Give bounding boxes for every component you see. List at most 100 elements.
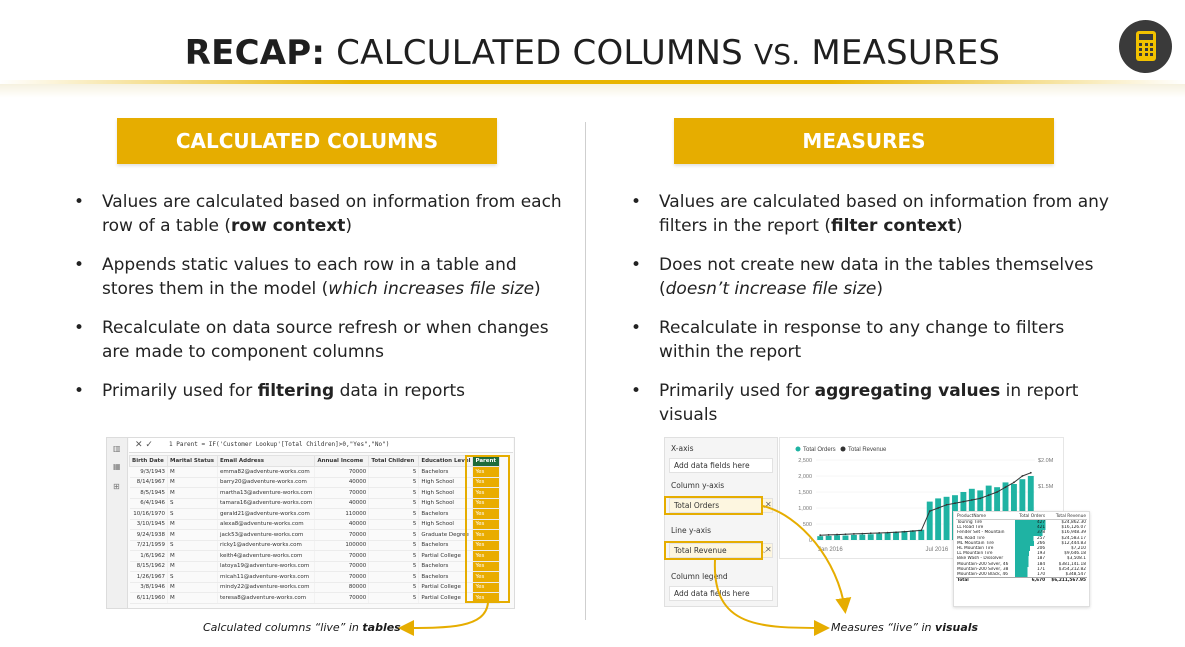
table-cell: M bbox=[167, 487, 218, 499]
report-view-icon[interactable]: ▥ bbox=[113, 444, 121, 453]
y-tick-label: 2,500 bbox=[798, 458, 812, 464]
revenue-point bbox=[827, 533, 830, 536]
table-row: 8/14/1967 Mbarry20@adventure-works.com 400… bbox=[129, 477, 501, 488]
column-header[interactable]: Total Children bbox=[368, 455, 420, 467]
revenue-point bbox=[979, 497, 982, 500]
table-cell: M bbox=[167, 519, 218, 530]
legend-label: Total Revenue bbox=[848, 447, 887, 453]
y-tick-label: 1,500 bbox=[798, 490, 812, 496]
legend-well[interactable]: Add data fields here bbox=[669, 586, 773, 601]
orders-bar bbox=[867, 534, 874, 540]
table-row: 1/26/1967 Smicah11@adventure-works.com 700… bbox=[129, 571, 501, 583]
revenue-point bbox=[819, 534, 822, 537]
table-cell: 5 bbox=[368, 508, 420, 520]
table-cell: 8/5/1945 bbox=[129, 487, 168, 499]
table-cell: 40000 bbox=[314, 477, 370, 488]
legend-label: Column legend bbox=[671, 572, 728, 581]
y2-tick-label: $2.0M bbox=[1038, 458, 1054, 464]
cancel-check-icons[interactable]: ✕ ✓ bbox=[135, 440, 153, 450]
remove-field-icon[interactable]: ✕ bbox=[765, 500, 772, 509]
table-cell: martha13@adventure-works.com bbox=[217, 487, 316, 499]
matrix-header[interactable]: Total Orders bbox=[1015, 514, 1047, 520]
table-cell: ricky1@adventure-works.com bbox=[217, 540, 316, 551]
table-cell: 5 bbox=[368, 466, 420, 478]
calculated-columns-bullets: • Values are calculated based on informat… bbox=[72, 190, 562, 403]
table-cell: M bbox=[167, 466, 218, 478]
table-cell: 8/14/1967 bbox=[129, 477, 168, 488]
table-cell: 3/10/1945 bbox=[129, 519, 168, 530]
table-row: 9/24/1938 Mjack53@adventure-works.com 7000… bbox=[129, 529, 501, 541]
matrix-total-cell: $6,211,567.95 bbox=[1046, 577, 1087, 584]
table-cell: 6/11/1960 bbox=[129, 592, 168, 604]
header-fade bbox=[0, 84, 1185, 98]
data-view-icon[interactable]: ▦ bbox=[113, 462, 121, 471]
table-cell: micah11@adventure-works.com bbox=[217, 571, 316, 583]
y-tick-label: 500 bbox=[803, 522, 812, 528]
revenue-point bbox=[844, 533, 847, 536]
bullet-item: • Values are calculated based on informat… bbox=[74, 192, 562, 236]
column-header[interactable]: Email Address bbox=[216, 455, 316, 467]
revenue-point bbox=[970, 499, 973, 501]
table-cell: M bbox=[167, 592, 218, 604]
bullet-item: • Primarily used for filtering data in re… bbox=[74, 381, 465, 401]
column-header[interactable]: Birth Date bbox=[129, 455, 168, 467]
y-tick-label: 2,000 bbox=[798, 474, 812, 480]
table-cell: 3/8/1946 bbox=[129, 582, 168, 593]
table-row: 6/11/1960 Mteresa8@adventure-works.com 700… bbox=[129, 592, 501, 604]
table-cell: M bbox=[167, 561, 218, 572]
table-cell: 5 bbox=[368, 487, 420, 499]
table-cell: 40000 bbox=[314, 519, 370, 530]
matrix-total-cell: Total bbox=[956, 577, 1016, 584]
table-cell: 80000 bbox=[314, 582, 370, 593]
total-revenue-highlight bbox=[664, 541, 763, 560]
model-view-icon[interactable]: ⊞ bbox=[113, 482, 120, 491]
table-cell: 5 bbox=[368, 477, 420, 488]
table-cell: keith4@adventure-works.com bbox=[217, 550, 316, 562]
legend-swatch bbox=[795, 446, 801, 452]
bullet-item: • Recalculate in response to any change t… bbox=[631, 318, 1065, 362]
table-cell: 5 bbox=[368, 519, 420, 530]
bullet-item: • Recalculate on data source refresh or w… bbox=[74, 318, 549, 362]
table-cell: 70000 bbox=[314, 466, 370, 478]
legend-swatch bbox=[840, 446, 846, 452]
revenue-point bbox=[1004, 486, 1007, 489]
table-row: 1/6/1962 Mkeith4@adventure-works.com 70000… bbox=[129, 550, 501, 562]
orders-bar bbox=[926, 501, 933, 540]
table-row: 6/4/1946 Stamara16@adventure-works.com 400… bbox=[129, 498, 501, 509]
column-divider bbox=[585, 122, 586, 620]
orders-bar bbox=[825, 535, 832, 540]
table-cell: mindy22@adventure-works.com bbox=[217, 582, 316, 593]
table-row: 8/5/1945 Mmartha13@adventure-works.com 700… bbox=[129, 487, 501, 499]
visual-fields-pane: X-axis Add data fields here Column y-axi… bbox=[664, 437, 778, 607]
table-cell: 5 bbox=[368, 571, 420, 583]
revenue-point bbox=[1013, 481, 1015, 484]
xaxis-well[interactable]: Add data fields here bbox=[669, 458, 773, 473]
column-header[interactable]: Marital Status bbox=[167, 455, 218, 467]
y-tick-label: 1,000 bbox=[798, 506, 812, 512]
revenue-point bbox=[945, 503, 948, 506]
table-row: 8/15/1962 Mlatoya19@adventure-works.com 70… bbox=[129, 561, 501, 572]
table-cell: tamara16@adventure-works.com bbox=[217, 498, 316, 509]
table-cell: 5 bbox=[368, 582, 420, 593]
table-cell: M bbox=[167, 529, 218, 541]
formula-text[interactable]: 1 Parent = IF('Customer Lookup'[Total Ch… bbox=[169, 441, 389, 448]
measures-bullets: • Values are calculated based on informat… bbox=[629, 190, 1119, 427]
table-cell: 5 bbox=[368, 550, 420, 562]
title-part2: MEASURES bbox=[800, 33, 1001, 73]
matrix-visual[interactable]: ProductName Total Orders Total Revenue Tou… bbox=[953, 511, 1090, 607]
matrix-cell: Mountain-200 Black, 46 bbox=[957, 571, 1008, 577]
column-header[interactable]: Annual Income bbox=[314, 455, 370, 467]
table-cell: S bbox=[167, 571, 218, 583]
formula-bar[interactable]: ✕ ✓ 1 Parent = IF('Customer Lookup'[Tota… bbox=[129, 438, 513, 453]
bullet-item: • Primarily used for aggregating values i… bbox=[631, 381, 1079, 425]
remove-field-icon[interactable]: ✕ bbox=[765, 545, 772, 554]
table-cell: 5 bbox=[368, 592, 420, 604]
table-cell: M bbox=[167, 582, 218, 593]
revenue-point bbox=[1029, 471, 1032, 474]
matrix-cell: Mountain-200 Silver, 46 bbox=[957, 561, 1009, 567]
view-switcher: ▥ ▦ ⊞ bbox=[107, 438, 128, 608]
table-cell: M bbox=[167, 477, 218, 488]
title-vs: VS. bbox=[753, 38, 801, 71]
revenue-point bbox=[886, 531, 889, 534]
yaxis-label: Column y-axis bbox=[671, 481, 725, 490]
